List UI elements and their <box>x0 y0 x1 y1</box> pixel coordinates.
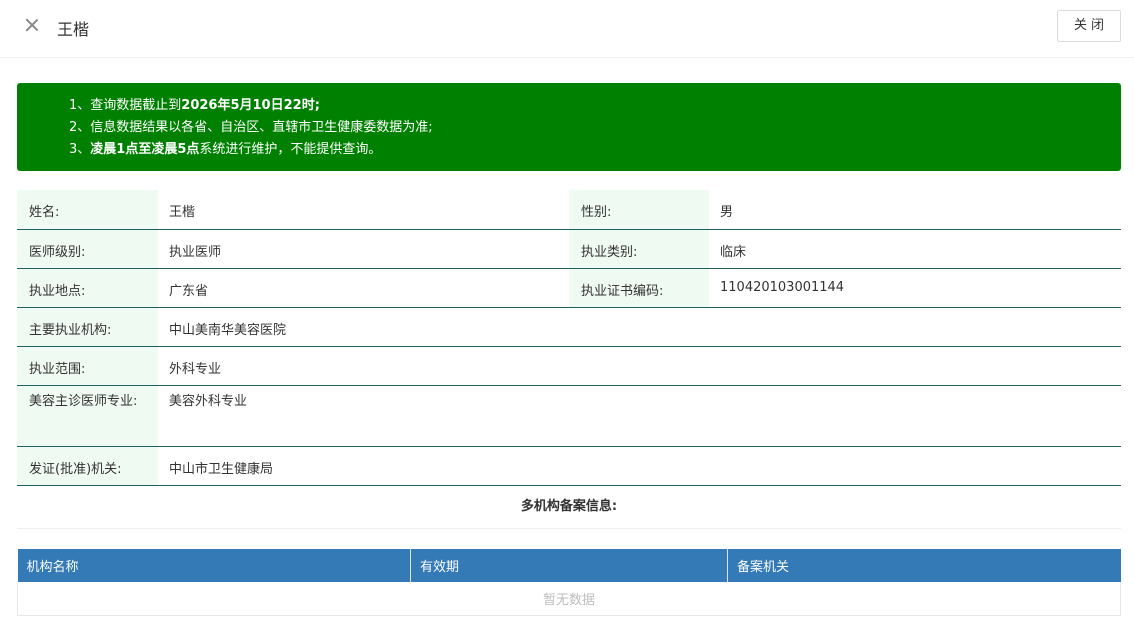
cosmetic-label: 美容主诊医师专业: <box>17 385 158 447</box>
level-value: 执业医师 <box>158 229 569 269</box>
info-row: 执业地点: 广东省 执业证书编码: 110420103001144 <box>17 268 1121 308</box>
info-row: 美容主诊医师专业: 美容外科专业 <box>17 385 1121 447</box>
column-header-authority[interactable]: 备案机关 <box>727 549 1121 582</box>
close-button[interactable]: 关闭 <box>1057 10 1121 42</box>
info-row: 主要执业机构: 中山美南华美容医院 <box>17 307 1121 347</box>
name-value: 王楷 <box>158 190 569 230</box>
notice-line-2: 2、信息数据结果以各省、自治区、直辖市卫生健康委数据为准; <box>69 120 433 135</box>
scope-label: 执业范围: <box>17 346 158 386</box>
notice-line-1: 1、查询数据截止到2026年5月10日22时; <box>69 98 320 113</box>
empty-text: 暂无数据 <box>17 582 1121 616</box>
cosmetic-value: 美容外科专业 <box>158 385 1121 447</box>
category-label: 执业类别: <box>569 229 709 269</box>
notice-banner: 1、查询数据截止到2026年5月10日22时; 2、信息数据结果以各省、自治区、… <box>17 83 1121 171</box>
notice-line-3: 3、凌晨1点至凌晨5点系统进行维护，不能提供查询。 <box>69 142 382 157</box>
empty-row: 暂无数据 <box>17 582 1121 616</box>
cert-value: 110420103001144 <box>709 268 1121 308</box>
level-label: 医师级别: <box>17 229 158 269</box>
dialog-header: 王楷 关闭 <box>0 0 1134 58</box>
institution-label: 主要执业机构: <box>17 307 158 347</box>
scope-value: 外科专业 <box>158 346 1121 386</box>
column-header-validity[interactable]: 有效期 <box>410 549 728 582</box>
location-label: 执业地点: <box>17 268 158 308</box>
institution-value: 中山美南华美容医院 <box>158 307 1121 347</box>
info-row: 医师级别: 执业医师 执业类别: 临床 <box>17 229 1121 269</box>
cert-label: 执业证书编码: <box>569 268 709 308</box>
records-section-title: 多机构备案信息: <box>17 486 1121 529</box>
location-value: 广东省 <box>158 268 569 308</box>
info-row: 执业范围: 外科专业 <box>17 346 1121 386</box>
gender-label: 性别: <box>569 190 709 230</box>
name-label: 姓名: <box>17 190 158 230</box>
issuer-label: 发证(批准)机关: <box>17 446 158 486</box>
close-icon[interactable] <box>22 15 42 35</box>
issuer-value: 中山市卫生健康局 <box>158 446 1121 486</box>
info-row: 姓名: 王楷 性别: 男 <box>17 190 1121 230</box>
category-value: 临床 <box>709 229 1121 269</box>
column-header-institution[interactable]: 机构名称 <box>17 549 411 582</box>
doctor-info-table: 姓名: 王楷 性别: 男 医师级别: 执业医师 执业类别: 临床 执业地点: 广… <box>17 190 1121 486</box>
dialog-title: 王楷 <box>57 20 90 39</box>
gender-value: 男 <box>709 190 1121 230</box>
records-table: 机构名称 有效期 备案机关 暂无数据 <box>17 549 1121 616</box>
records-header-row: 机构名称 有效期 备案机关 <box>17 549 1121 582</box>
info-row: 发证(批准)机关: 中山市卫生健康局 <box>17 446 1121 486</box>
